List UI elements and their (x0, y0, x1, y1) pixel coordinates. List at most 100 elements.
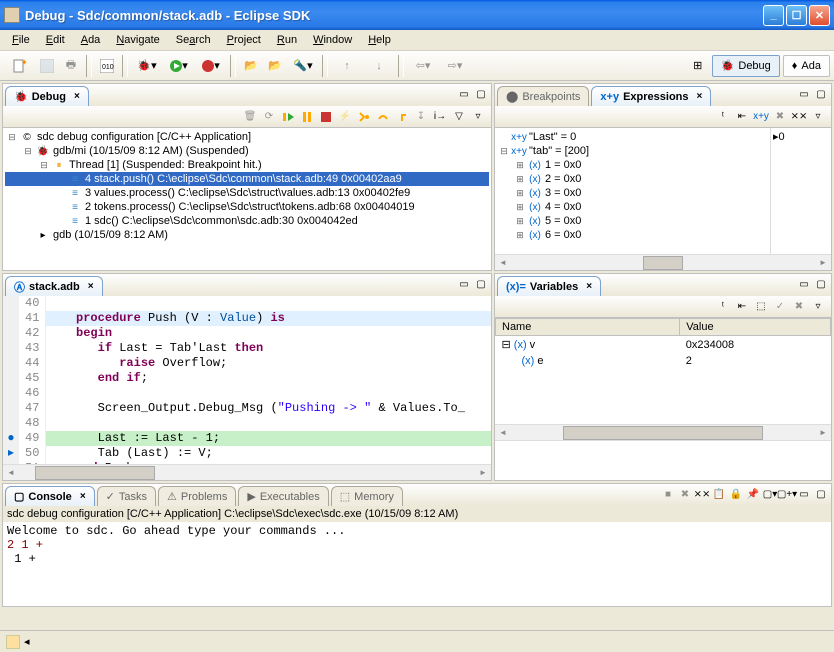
col-value[interactable]: Value (680, 319, 831, 336)
minimize-icon[interactable]: ▭ (796, 486, 812, 502)
problems-tab[interactable]: ⚠ Problems (158, 486, 236, 506)
expr-item[interactable]: ⊞(x)1 = 0x0 (497, 158, 768, 172)
menu-run[interactable]: Run (269, 32, 305, 48)
debug-button[interactable]: 🐞▾ (132, 55, 162, 77)
scrollbar-h[interactable] (495, 254, 831, 270)
debug-tree[interactable]: ⊟©sdc debug configuration [C/C++ Applica… (3, 128, 491, 270)
step-into-button[interactable] (355, 108, 373, 126)
forward-button[interactable]: ⇨▾ (440, 55, 470, 77)
table-row[interactable]: ⊟ (x) v0x234008 (496, 336, 831, 354)
open-folder-button[interactable]: 📂 (240, 55, 262, 77)
tree-item[interactable]: ⊟⏸Thread [1] (Suspended: Breakpoint hit.… (5, 158, 489, 172)
collapse-all-button[interactable]: ⇤ (733, 108, 751, 126)
variables-tab[interactable]: (x)= Variables× (497, 276, 601, 296)
step-return-button[interactable] (393, 108, 411, 126)
menu-project[interactable]: Project (219, 32, 269, 48)
close-icon[interactable]: × (697, 91, 703, 102)
expr-item[interactable]: ⊞(x)5 = 0x0 (497, 214, 768, 228)
close-icon[interactable]: × (586, 281, 592, 292)
maximize-icon[interactable]: ▢ (813, 486, 829, 502)
menu-search[interactable]: Search (168, 32, 219, 48)
tree-item[interactable]: ⊟🐞gdb/mi (10/15/09 8:12 AM) (Suspended) (5, 144, 489, 158)
remove-all-button[interactable]: ⨯⨯ (790, 108, 808, 126)
maximize-icon[interactable]: ▢ (813, 86, 829, 102)
editor-tab[interactable]: Ⓐ stack.adb× (5, 276, 103, 296)
remove-button[interactable]: ✖ (677, 486, 693, 502)
menu-help[interactable]: Help (360, 32, 399, 48)
maximize-icon[interactable]: ▢ (473, 86, 489, 102)
perspective-ada[interactable]: ♦ Ada (783, 55, 830, 77)
menu-edit[interactable]: Edit (38, 32, 73, 48)
scrollbar-h[interactable] (3, 464, 491, 480)
stack-frame[interactable]: ≡4 stack.push() C:\eclipse\Sdc\common\st… (5, 172, 489, 186)
remove-button[interactable]: ✖ (771, 108, 789, 126)
menu-navigate[interactable]: Navigate (108, 32, 167, 48)
search-button[interactable]: 🔦▾ (288, 55, 318, 77)
terminate-button[interactable]: ■ (660, 486, 676, 502)
expr-item[interactable]: ⊟x+y"tab" = [200] (497, 144, 768, 158)
display-button[interactable]: ▢▾ (762, 486, 778, 502)
expressions-tab[interactable]: x+y Expressions× (591, 86, 711, 106)
code-editor[interactable]: ●▸ 404142434445464748495051 procedure Pu… (3, 296, 491, 464)
stack-frame[interactable]: ≡3 values.process() C:\eclipse\Sdc\struc… (5, 186, 489, 200)
tasks-tab[interactable]: ✓ Tasks (97, 486, 156, 506)
col-name[interactable]: Name (496, 319, 680, 336)
console-tab[interactable]: ▢ Console× (5, 486, 95, 506)
expr-item[interactable]: ⊞(x)4 = 0x0 (497, 200, 768, 214)
remove-all-button[interactable]: ⨯⨯ (694, 486, 710, 502)
binary-button[interactable]: 010 (96, 55, 118, 77)
maximize-icon[interactable]: ▢ (473, 276, 489, 292)
drop-frame-button[interactable]: ↧ (412, 108, 430, 126)
show-type-button[interactable]: ᵗ (714, 298, 732, 316)
table-row[interactable]: (x) e2 (496, 353, 831, 369)
minimize-icon[interactable]: ▭ (796, 86, 812, 102)
disconnect-button[interactable]: ⚡ (336, 108, 354, 126)
remove-terminated-button[interactable]: 🗑 (241, 108, 259, 126)
menu-ada[interactable]: Ada (73, 32, 109, 48)
pin-button[interactable]: 📌 (745, 486, 761, 502)
close-button[interactable]: ✕ (809, 5, 830, 26)
open-type-button[interactable]: 📂 (264, 55, 286, 77)
console-output[interactable]: Welcome to sdc. Go ahead type your comma… (3, 522, 831, 606)
save-button[interactable] (36, 55, 58, 77)
instruction-step-button[interactable]: i→ (431, 108, 449, 126)
enable-button[interactable]: ✓ (771, 298, 789, 316)
clear-button[interactable]: 📋 (711, 486, 727, 502)
ext-tools-button[interactable]: ▾ (196, 55, 226, 77)
filter-button[interactable]: ▽ (450, 108, 468, 126)
show-type-button[interactable]: ᵗ (714, 108, 732, 126)
tree-item[interactable]: ▸gdb (10/15/09 8:12 AM) (5, 228, 489, 242)
remove-button[interactable]: ✖ (790, 298, 808, 316)
close-icon[interactable]: × (80, 491, 86, 502)
open-perspective-button[interactable]: ⊞ (687, 55, 709, 77)
minimize-icon[interactable]: ▭ (456, 86, 472, 102)
scrollbar-h[interactable] (495, 424, 831, 440)
expr-item[interactable]: ⊞(x)6 = 0x0 (497, 228, 768, 242)
collapse-button[interactable]: ⇤ (733, 298, 751, 316)
terminate-button[interactable] (317, 108, 335, 126)
perspective-debug[interactable]: 🐞 Debug (712, 55, 780, 77)
minimize-button[interactable]: _ (763, 5, 784, 26)
expr-item[interactable]: ⊞(x)2 = 0x0 (497, 172, 768, 186)
close-icon[interactable]: × (88, 281, 94, 292)
next-ann-button[interactable]: ↓ (364, 55, 394, 77)
restart-button[interactable]: ⟳ (260, 108, 278, 126)
breakpoint-marker[interactable]: ●▸ (3, 431, 19, 460)
view-menu-icon[interactable]: ▿ (469, 108, 487, 126)
cast-button[interactable]: ⬚ (752, 298, 770, 316)
back-button[interactable]: ⇦▾ (408, 55, 438, 77)
expr-item[interactable]: x+y"Last" = 0 (497, 130, 768, 144)
stack-frame[interactable]: ≡2 tokens.process() C:\eclipse\Sdc\struc… (5, 200, 489, 214)
suspend-button[interactable] (298, 108, 316, 126)
view-menu-icon[interactable]: ▿ (809, 298, 827, 316)
menu-file[interactable]: File (4, 32, 38, 48)
step-over-button[interactable] (374, 108, 392, 126)
debug-tab[interactable]: 🐞 Debug× (5, 86, 89, 106)
maximize-icon[interactable]: ▢ (813, 276, 829, 292)
executables-tab[interactable]: ▶ Executables (238, 486, 328, 506)
menu-window[interactable]: Window (305, 32, 360, 48)
add-expr-button[interactable]: x+y (752, 108, 770, 126)
view-menu-icon[interactable]: ▿ (809, 108, 827, 126)
new-button[interactable]: ✦ (4, 55, 34, 77)
minimize-icon[interactable]: ▭ (796, 276, 812, 292)
